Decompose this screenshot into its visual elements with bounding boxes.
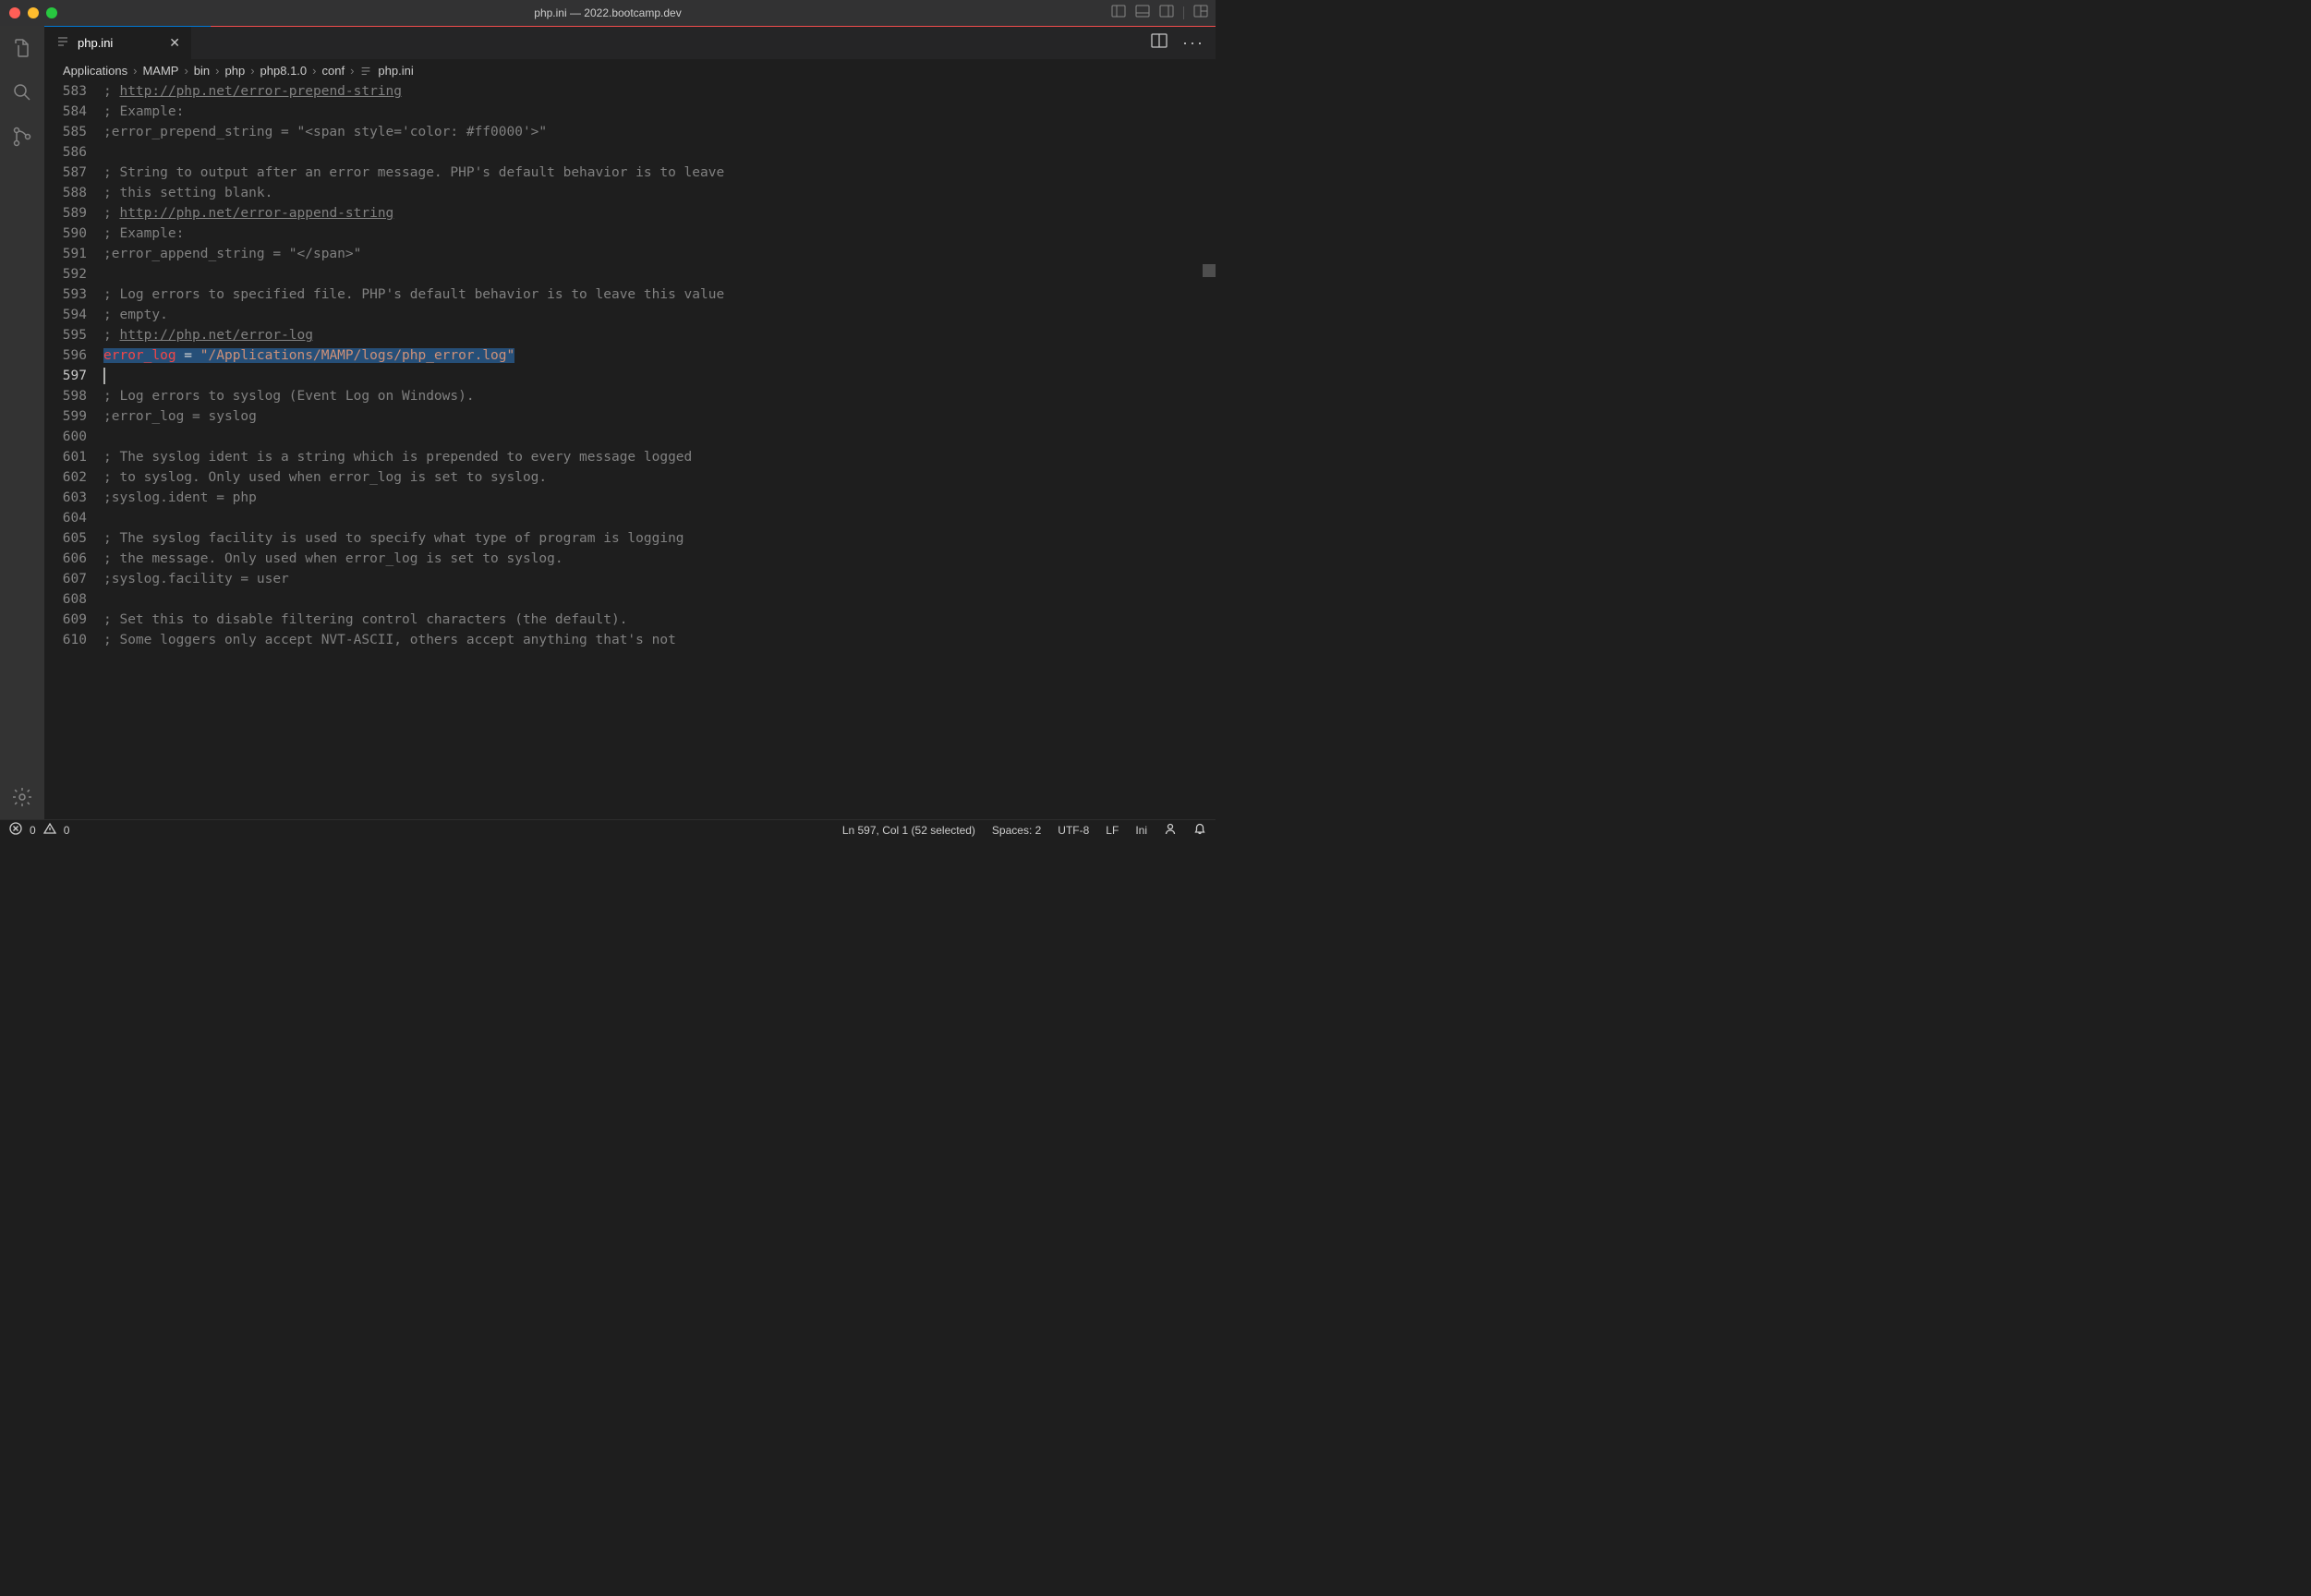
minimize-window-button[interactable]: [28, 7, 39, 18]
editor[interactable]: 583 584 585 586 587 588 589 590 591 592 …: [44, 81, 1216, 819]
activity-bar: [0, 26, 44, 819]
window-title: php.ini — 2022.bootcamp.dev: [0, 6, 1216, 19]
maximize-window-button[interactable]: [46, 7, 57, 18]
crumb[interactable]: conf: [322, 64, 345, 78]
close-window-button[interactable]: [9, 7, 20, 18]
split-editor-icon[interactable]: [1151, 32, 1168, 54]
warnings-count[interactable]: 0: [64, 824, 70, 837]
errors-icon[interactable]: [9, 822, 22, 838]
minimap-viewport[interactable]: [1203, 264, 1216, 277]
settings-gear-icon[interactable]: [9, 784, 35, 810]
cursor-position[interactable]: Ln 597, Col 1 (52 selected): [842, 824, 975, 837]
crumb[interactable]: php.ini: [378, 64, 413, 78]
more-actions-icon[interactable]: ···: [1182, 33, 1204, 53]
bell-icon[interactable]: [1193, 822, 1206, 838]
crumb[interactable]: php: [225, 64, 246, 78]
file-icon: [55, 34, 70, 52]
search-icon[interactable]: [9, 79, 35, 105]
source-control-icon[interactable]: [9, 124, 35, 150]
encoding[interactable]: UTF-8: [1058, 824, 1089, 837]
close-tab-icon[interactable]: ✕: [169, 35, 180, 51]
tab-label: php.ini: [78, 36, 113, 50]
feedback-icon[interactable]: [1164, 822, 1177, 838]
warnings-icon[interactable]: [43, 822, 56, 838]
errors-count[interactable]: 0: [30, 824, 36, 837]
language-mode[interactable]: Ini: [1135, 824, 1147, 837]
code-content[interactable]: ; http://php.net/error-prepend-string ; …: [103, 81, 1216, 819]
layout-bottom-icon[interactable]: [1135, 4, 1150, 23]
line-number-gutter: 583 584 585 586 587 588 589 590 591 592 …: [44, 81, 103, 819]
crumb[interactable]: bin: [194, 64, 210, 78]
tabs-bar: php.ini ✕ ···: [44, 26, 1216, 59]
indent-setting[interactable]: Spaces: 2: [992, 824, 1041, 837]
status-bar: 0 0 Ln 597, Col 1 (52 selected) Spaces: …: [0, 819, 1216, 840]
layout-left-icon[interactable]: [1111, 4, 1126, 23]
titlebar: php.ini — 2022.bootcamp.dev: [0, 0, 1216, 26]
crumb[interactable]: MAMP: [142, 64, 178, 78]
divider: [1183, 6, 1184, 19]
crumb[interactable]: Applications: [63, 64, 127, 78]
layout-custom-icon[interactable]: [1193, 4, 1208, 23]
explorer-icon[interactable]: [9, 35, 35, 61]
breadcrumbs[interactable]: Applications› MAMP› bin› php› php8.1.0› …: [44, 59, 1216, 81]
eol[interactable]: LF: [1106, 824, 1119, 837]
layout-right-icon[interactable]: [1159, 4, 1174, 23]
file-icon: [359, 63, 372, 78]
tab-php-ini[interactable]: php.ini ✕: [44, 27, 192, 59]
crumb[interactable]: php8.1.0: [260, 64, 308, 78]
